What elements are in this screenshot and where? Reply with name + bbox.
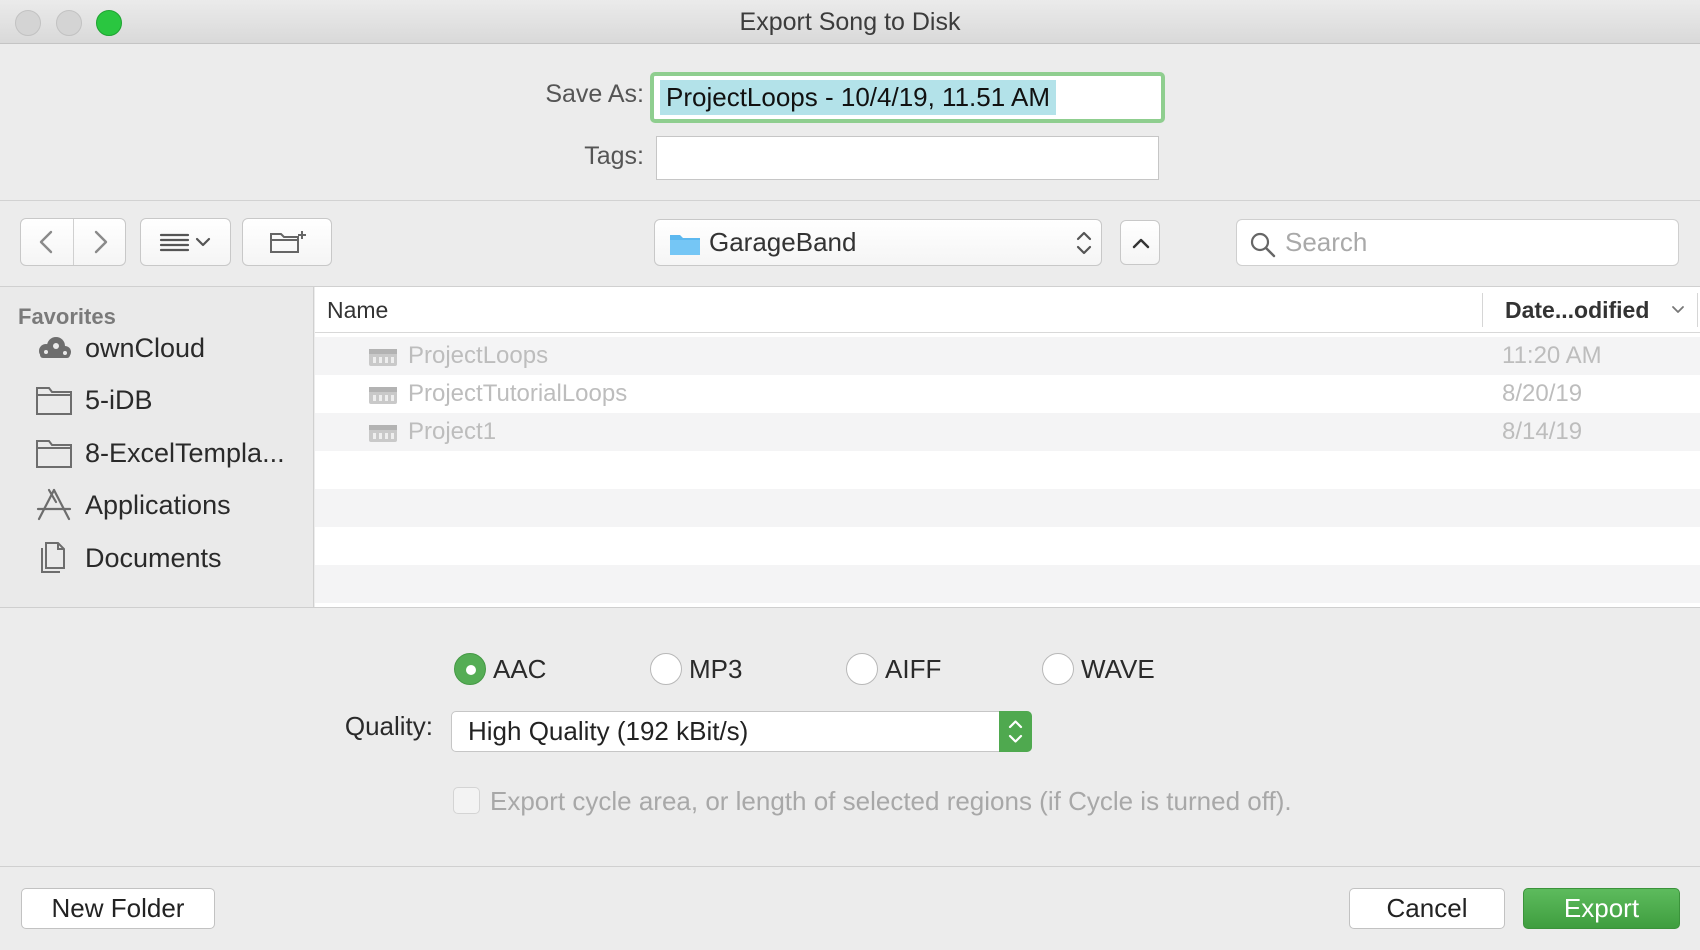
navigation-buttons: [20, 218, 126, 266]
location-popup[interactable]: GarageBand: [654, 219, 1102, 266]
file-list: Name Date...odified ProjectLoops 11:20 A…: [315, 287, 1700, 607]
sidebar-item-applications[interactable]: Applications: [0, 482, 313, 528]
divider: [0, 866, 1700, 867]
sidebar-item-documents[interactable]: Documents: [0, 535, 313, 581]
view-options-button[interactable]: [140, 218, 231, 266]
divider: [0, 200, 1700, 201]
quality-select[interactable]: High Quality (192 kBit/s): [451, 711, 1032, 752]
folder-icon: [36, 387, 72, 415]
save-as-label: Save As:: [545, 80, 644, 108]
empty-row: [315, 451, 1700, 489]
select-stepper[interactable]: [999, 711, 1032, 752]
empty-row: [315, 565, 1700, 603]
sidebar-item-label: 5-iDB: [85, 385, 153, 415]
chevron-right-icon: [94, 230, 108, 254]
new-folder-icon: [270, 231, 306, 253]
empty-row: [315, 527, 1700, 565]
sidebar: Favorites ownCloud 5-iDB 8-ExcelTempla..…: [0, 287, 314, 607]
sidebar-item-label: 8-ExcelTempla...: [85, 438, 285, 468]
updown-chevron-icon: [1076, 231, 1092, 255]
sidebar-item-label: ownCloud: [85, 333, 206, 363]
sidebar-item-owncloud[interactable]: ownCloud: [0, 325, 313, 371]
export-cycle-label: Export cycle area, or length of selected…: [490, 786, 1292, 816]
project-file-icon: [369, 425, 397, 442]
file-date: 8/20/19: [1502, 380, 1583, 407]
file-row[interactable]: ProjectTutorialLoops 8/20/19: [315, 375, 1700, 413]
column-separator[interactable]: [1482, 293, 1483, 327]
file-name: ProjectLoops: [408, 342, 549, 369]
new-folder-button[interactable]: New Folder: [21, 888, 215, 929]
expand-collapse-button[interactable]: [1120, 220, 1160, 265]
sidebar-item-8-exceltemplates[interactable]: 8-ExcelTempla...: [0, 430, 313, 476]
column-header-date-modified[interactable]: Date...odified: [1505, 287, 1649, 333]
file-name: ProjectTutorialLoops: [408, 380, 628, 407]
empty-row: [315, 489, 1700, 527]
list-header: Name Date...odified: [315, 287, 1700, 333]
quality-value: High Quality (192 kBit/s): [468, 716, 749, 746]
search-input[interactable]: Search: [1236, 219, 1679, 266]
location-label: GarageBand: [709, 227, 857, 257]
export-button[interactable]: Export: [1523, 888, 1680, 929]
sidebar-item-label: Documents: [85, 543, 222, 573]
radio-button[interactable]: [454, 653, 486, 685]
forward-button[interactable]: [74, 219, 126, 265]
quality-label: Quality:: [344, 711, 433, 741]
radio-label: WAVE: [1081, 654, 1155, 684]
chevron-left-icon: [39, 230, 53, 254]
radio-label: MP3: [689, 654, 743, 684]
project-file-icon: [369, 387, 397, 404]
project-file-icon: [369, 349, 397, 366]
applications-icon: [36, 488, 72, 521]
radio-button[interactable]: [846, 653, 878, 685]
tags-field[interactable]: [656, 136, 1159, 180]
sidebar-item-label: Applications: [85, 490, 231, 520]
radio-button[interactable]: [1042, 653, 1074, 685]
file-row[interactable]: ProjectLoops 11:20 AM: [315, 337, 1700, 375]
list-view-icon: [159, 233, 211, 252]
export-dialog-window: Export Song to Disk Save As: ProjectLoop…: [0, 0, 1700, 950]
tags-label: Tags:: [584, 142, 644, 170]
folder-icon: [36, 440, 72, 468]
file-date: 11:20 AM: [1502, 342, 1602, 369]
window-title: Export Song to Disk: [739, 8, 961, 36]
file-date: 8/14/19: [1502, 418, 1583, 445]
file-row[interactable]: Project1 8/14/19: [315, 413, 1700, 451]
export-cycle-checkbox[interactable]: [453, 787, 480, 814]
documents-icon: [41, 542, 65, 573]
radio-label: AIFF: [885, 654, 942, 684]
updown-chevron-icon: [1008, 720, 1023, 743]
cloud-icon: [39, 337, 71, 358]
file-name: Project1: [408, 418, 497, 445]
back-button[interactable]: [21, 219, 73, 265]
chevron-up-icon: [1132, 238, 1150, 249]
search-placeholder: Search: [1285, 227, 1368, 257]
search-icon: [1250, 232, 1276, 258]
radio-label: AAC: [493, 654, 547, 684]
column-header-name[interactable]: Name: [327, 287, 388, 333]
sidebar-item-5-idb[interactable]: 5-iDB: [0, 377, 313, 423]
title-bar: Export Song to Disk: [0, 0, 1700, 44]
new-folder-toolbar-button[interactable]: [242, 218, 332, 266]
sort-chevron-icon: [1672, 306, 1684, 313]
folder-icon: [670, 235, 700, 255]
column-separator[interactable]: [1697, 293, 1698, 327]
radio-dot: [466, 665, 476, 675]
save-as-value[interactable]: ProjectLoops - 10/4/19, 11.51 AM: [660, 80, 1056, 115]
radio-button[interactable]: [650, 653, 682, 685]
save-as-field[interactable]: ProjectLoops - 10/4/19, 11.51 AM: [650, 72, 1165, 123]
divider: [0, 607, 1700, 608]
cancel-button[interactable]: Cancel: [1349, 888, 1505, 929]
